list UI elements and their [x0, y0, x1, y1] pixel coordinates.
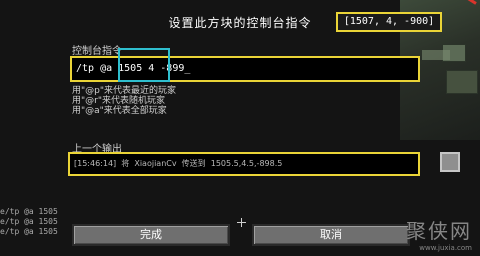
previous-output-field: [15:46:14] 将 XiaojianCv 传送到 1505.5,4.5,-… [68, 152, 420, 176]
watermark-logo-text: 聚侠网 [406, 219, 472, 243]
track-output-toggle[interactable] [440, 152, 460, 172]
hint-line: 用"@r"来代表随机玩家 [72, 96, 165, 106]
console-command-label: 控制台指令 [72, 46, 122, 57]
selector-hints: 用"@p"来代表最近的玩家 用"@r"来代表随机玩家 用"@a"来代表全部玩家 [72, 86, 176, 116]
crosshair-icon [237, 218, 246, 227]
chat-line: e/tp @a 1505 [0, 217, 58, 226]
chat-log: e/tp @a 1505 e/tp @a 1505 e/tp @a 1505 [0, 207, 58, 237]
block-texture [446, 70, 478, 94]
hint-line: 用"@p"来代表最近的玩家 [72, 86, 176, 96]
coordinates-annotation: [1507, 4, -900] [336, 12, 442, 32]
cancel-button[interactable]: 取消 [252, 224, 410, 246]
command-input[interactable]: /tp @a 1505 4 -899_ [70, 56, 420, 82]
done-button[interactable]: 完成 [72, 224, 230, 246]
chat-line: e/tp @a 1505 [0, 207, 58, 216]
hint-line: 用"@a"来代表全部玩家 [72, 106, 167, 116]
site-watermark: 聚侠网 www.juxia.com [406, 215, 472, 252]
watermark-url: www.juxia.com [419, 244, 472, 252]
chat-line: e/tp @a 1505 [0, 227, 58, 236]
block-texture [422, 50, 450, 60]
